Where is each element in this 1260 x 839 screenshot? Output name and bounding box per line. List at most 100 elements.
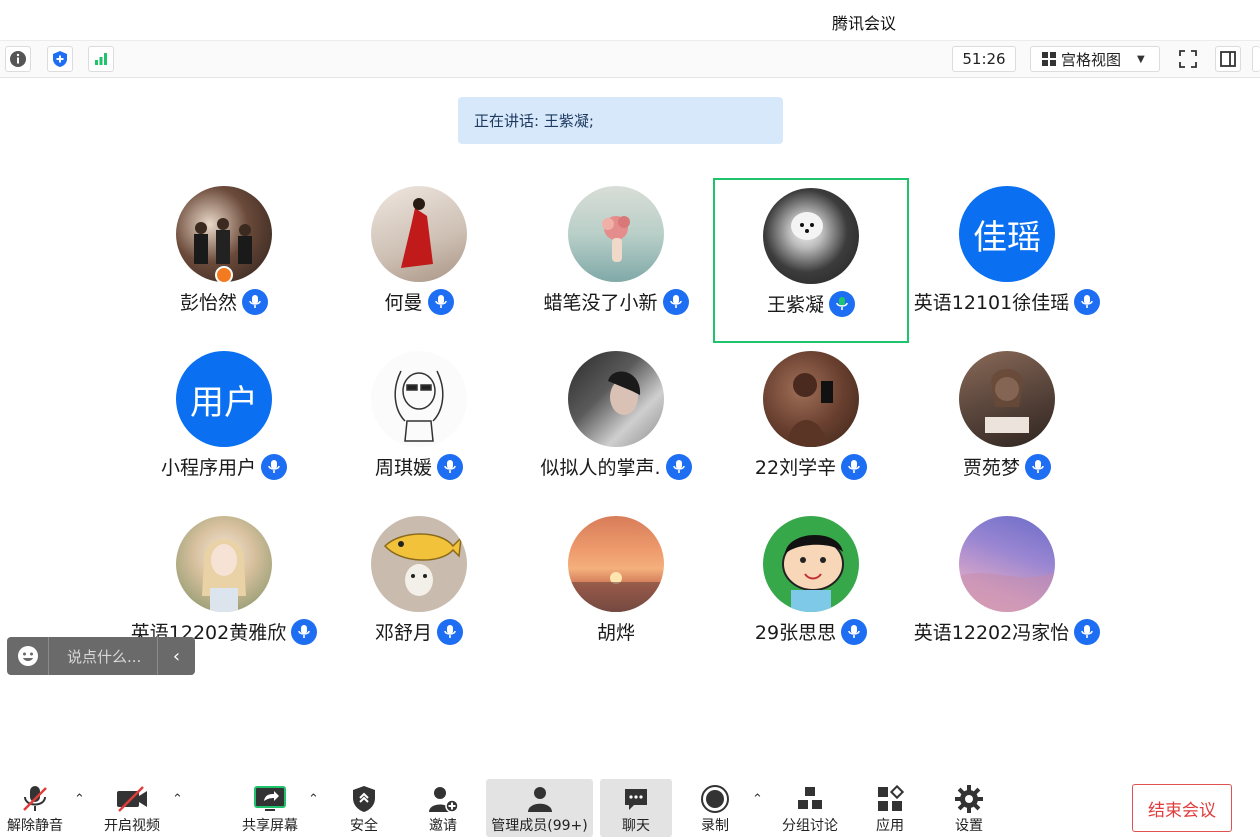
- record-button[interactable]: 录制: [694, 779, 736, 837]
- apps-label: 应用: [876, 818, 904, 834]
- avatar: [371, 516, 467, 612]
- mic-idle-icon: [662, 288, 689, 315]
- participant-nameline: 邓舒月: [321, 618, 517, 645]
- chat-input-placeholder[interactable]: 说点什么...: [49, 646, 157, 667]
- mic-idle-icon: [1025, 453, 1051, 480]
- network-status-button[interactable]: [88, 46, 114, 72]
- participant-nameline: 英语12202冯家怡: [909, 618, 1105, 645]
- participant-nameline: 蜡笔没了小新: [518, 288, 714, 315]
- manage-members-button[interactable]: 管理成员(99+): [486, 779, 593, 837]
- end-meeting-button[interactable]: 结束会议: [1132, 784, 1232, 832]
- add-user-icon: [429, 787, 459, 813]
- emoji-button[interactable]: [7, 637, 49, 675]
- sketch-girl-sunglasses-icon: [394, 370, 444, 442]
- participant-nameline: 周琪媛: [321, 453, 517, 480]
- bottom-toolbar: 解除静音 ⌃ 开启视频 ⌃ 共享屏幕 ⌃ 安全 邀请 管理成员(99+) 聊天 …: [0, 776, 1260, 839]
- unmute-label: 解除静音: [7, 818, 63, 834]
- participant-tile[interactable]: 佳瑶 英语12101徐佳瑶: [909, 178, 1105, 343]
- avatar: [568, 516, 664, 612]
- participant-tile[interactable]: 似拟人的掌声.: [518, 343, 714, 508]
- chat-quick-input[interactable]: 说点什么... ‹: [7, 637, 195, 675]
- meeting-info-button[interactable]: [5, 46, 31, 72]
- participant-tile[interactable]: 周琪媛: [321, 343, 517, 508]
- info-icon: [10, 51, 26, 67]
- participant-name: 22刘学辛: [754, 457, 837, 479]
- share-screen-button[interactable]: 共享屏幕: [236, 779, 304, 837]
- gear-icon: [955, 785, 983, 813]
- person-mirror-selfie-icon: [787, 373, 833, 447]
- participant-nameline: 英语12101徐佳瑶: [909, 288, 1105, 315]
- chevron-up-icon[interactable]: ⌃: [74, 792, 85, 807]
- participant-tile[interactable]: 邓舒月: [321, 508, 517, 673]
- participant-tile[interactable]: 22刘学辛: [713, 343, 909, 508]
- chevron-left-icon[interactable]: ‹: [157, 637, 195, 675]
- participant-name: 29张思思: [754, 622, 837, 644]
- invite-button[interactable]: 邀请: [418, 779, 468, 837]
- apps-icon: [878, 785, 904, 811]
- cartoon-fish-mouse-icon: [383, 533, 462, 596]
- person-reading-photo-icon: [985, 369, 1029, 433]
- fullscreen-button[interactable]: [1175, 46, 1201, 72]
- chat-bubble-icon: [625, 789, 647, 810]
- avatar: [763, 351, 859, 447]
- participant-name: 彭怡然: [179, 292, 237, 314]
- side-panel-button[interactable]: [1215, 46, 1241, 72]
- white-dog-photo-icon: [791, 212, 823, 240]
- person-profile-photo-icon: [608, 371, 641, 415]
- apps-button[interactable]: 应用: [866, 779, 914, 837]
- overflow-button[interactable]: [1252, 46, 1260, 72]
- participant-tile[interactable]: 彭怡然: [126, 178, 322, 343]
- unmute-button[interactable]: 解除静音: [4, 779, 66, 837]
- mic-idle-icon: [841, 618, 868, 645]
- settings-button[interactable]: 设置: [945, 779, 993, 837]
- security-button[interactable]: 安全: [340, 779, 388, 837]
- breakout-rooms-button[interactable]: 分组讨论: [778, 779, 842, 837]
- participant-nameline: 何曼: [321, 288, 517, 315]
- chevron-up-icon[interactable]: ⌃: [172, 792, 183, 807]
- mic-idle-icon: [437, 618, 463, 645]
- participant-name: 王紫凝: [766, 294, 824, 316]
- host-badge-icon: [215, 266, 233, 284]
- top-toolbar: 51:26 宫格视图 ▼: [0, 40, 1260, 78]
- participant-nameline: 彭怡然: [126, 288, 322, 315]
- record-label: 录制: [701, 818, 729, 834]
- security-label: 安全: [350, 818, 378, 834]
- participant-name: 胡烨: [596, 622, 635, 644]
- chat-label: 聊天: [622, 818, 650, 834]
- participant-nameline: 胡烨: [518, 618, 714, 645]
- participant-name: 英语12101徐佳瑶: [913, 292, 1070, 314]
- participant-name: 何曼: [384, 292, 423, 314]
- participant-tile[interactable]: 蜡笔没了小新: [518, 178, 714, 343]
- flower-bouquet-photo-icon: [602, 216, 630, 262]
- meeting-timer: 51:26: [952, 46, 1016, 72]
- start-video-button[interactable]: 开启视频: [100, 779, 164, 837]
- participant-tile[interactable]: 29张思思: [713, 508, 909, 673]
- mic-idle-icon: [665, 453, 692, 480]
- side-panel-icon: [1220, 51, 1236, 67]
- smile-icon: [17, 646, 38, 666]
- mic-idle-icon: [242, 288, 268, 315]
- view-mode-select[interactable]: 宫格视图 ▼: [1030, 46, 1160, 72]
- chat-button[interactable]: 聊天: [600, 779, 672, 837]
- mic-speaking-icon: [829, 290, 855, 317]
- speaking-indicator: 正在讲话: 王紫凝;: [458, 97, 783, 144]
- chevron-up-icon[interactable]: ⌃: [752, 792, 763, 807]
- mic-idle-icon: [427, 288, 454, 315]
- settings-label: 设置: [955, 818, 983, 834]
- mic-idle-icon: [261, 453, 287, 480]
- participant-tile[interactable]: 贾苑梦: [909, 343, 1105, 508]
- security-status-button[interactable]: [47, 46, 73, 72]
- participant-tile-active-speaker[interactable]: 王紫凝: [713, 178, 909, 343]
- participant-tile[interactable]: 何曼: [321, 178, 517, 343]
- participant-name: 小程序用户: [160, 457, 256, 479]
- cartoon-shinchan-icon: [782, 534, 844, 612]
- participant-tile[interactable]: 胡烨: [518, 508, 714, 673]
- participant-tile[interactable]: 用户 小程序用户: [126, 343, 322, 508]
- participant-tile[interactable]: 英语12202冯家怡: [909, 508, 1105, 673]
- participant-name: 似拟人的掌声.: [540, 457, 661, 479]
- camera-off-icon: [117, 786, 147, 812]
- avatar: [371, 351, 467, 447]
- chevron-up-icon[interactable]: ⌃: [308, 792, 319, 807]
- mic-idle-icon: [437, 453, 463, 480]
- participant-name: 英语12202冯家怡: [913, 622, 1070, 644]
